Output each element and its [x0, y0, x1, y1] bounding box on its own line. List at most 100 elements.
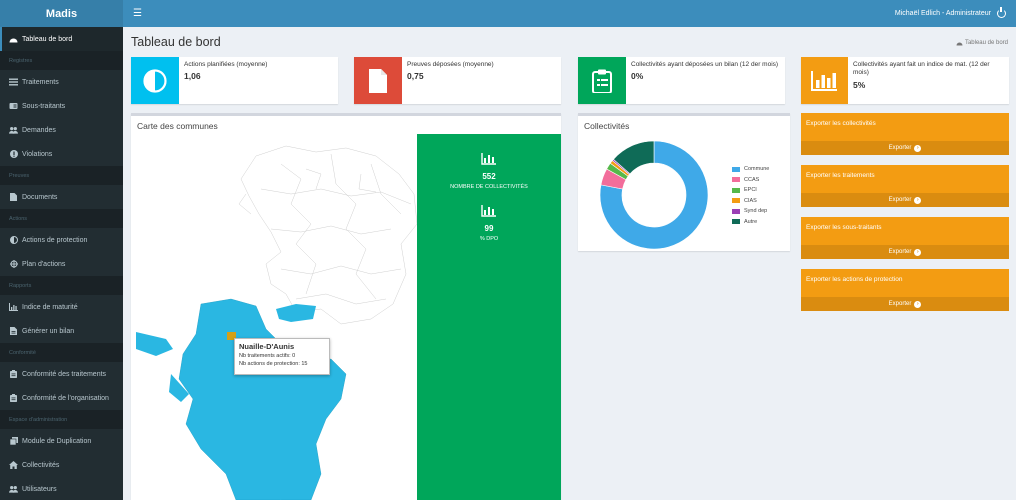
legend-label: Commune [744, 166, 770, 173]
sidebar-item[interactable]: Plan d'actions [0, 252, 123, 276]
legend-item[interactable]: EPCI [732, 185, 769, 196]
info-box-value: 5% [852, 79, 866, 90]
collectivites-donut-chart[interactable] [594, 135, 714, 255]
export-button[interactable]: Exporter › [801, 245, 1009, 259]
info-box-content: Collectivités ayant déposées un bilan (1… [626, 57, 783, 104]
legend-item[interactable]: Commune [732, 164, 769, 175]
users-icon [9, 485, 18, 494]
sidebar-item-label: Tableau de bord [22, 35, 73, 43]
export-button[interactable]: Exporter › [801, 297, 1009, 311]
export-title: Exporter les sous-traitants [806, 224, 882, 231]
sidebar-item-label: Module de Duplication [22, 437, 92, 445]
info-box-content: Collectivités ayant fait un indice de ma… [848, 57, 1009, 104]
legend-item[interactable]: CIAS [732, 196, 769, 207]
arrow-right-icon: › [914, 300, 922, 308]
breadcrumb: Tableau de bord [956, 40, 1008, 46]
sidebar-item[interactable]: Tableau de bord [0, 27, 123, 51]
power-icon[interactable] [997, 7, 1006, 18]
sidebar-item[interactable]: Traitements [0, 70, 123, 94]
collectivites-box: Collectivités Commune CCAS EPCI CIAS Synd de… [578, 113, 790, 251]
bar-chart-icon [9, 303, 18, 312]
sidebar-item[interactable]: Générer un bilan [0, 319, 123, 343]
stat-caption: % DPO [479, 236, 499, 242]
arrow-right-icon: › [914, 144, 922, 152]
crosshair-icon [9, 260, 18, 269]
sidebar-item-label: Conformité de l'organisation [22, 394, 109, 402]
app-logo[interactable]: Madis [0, 0, 123, 27]
sidebar-section-header: Rapports [0, 276, 123, 295]
sidebar-section-header: Espace d'administration [0, 410, 123, 429]
info-box-value: 1,06 [184, 71, 201, 82]
menu-toggle-icon[interactable]: ☰ [133, 8, 142, 19]
legend-label: Synd dep [744, 208, 768, 215]
document-icon [9, 193, 18, 202]
sidebar-section-header: Preuves [0, 166, 123, 185]
stat-collectivites: 552 NOMBRE DE COLLECTIVITÉS [417, 152, 561, 190]
user-menu[interactable]: Michaël Edlich - Administrateur [895, 7, 1006, 18]
legend-label: EPCI [744, 187, 757, 194]
sidebar-item[interactable]: Documents [0, 185, 123, 209]
user-name[interactable]: Michaël Edlich - Administrateur [895, 10, 991, 17]
tooltip-line: Nb traitements actifs: 0 [239, 353, 296, 359]
legend-item[interactable]: Synd dep [732, 206, 769, 217]
stats-panel: 552 NOMBRE DE COLLECTIVITÉS 99 % DPO [417, 134, 561, 500]
sidebar-item-label: Générer un bilan [22, 327, 75, 335]
list-icon [9, 78, 18, 87]
legend-swatch [732, 187, 740, 193]
bar-chart-icon [481, 205, 496, 217]
sidebar-item[interactable]: Indice de maturité [0, 295, 123, 319]
sidebar-item[interactable]: Violations [0, 142, 123, 166]
bar-chart-icon [801, 57, 848, 104]
export-box: Exporter les actions de protection Export… [801, 269, 1009, 311]
info-box-content: Preuves déposées (moyenne) 0,75 [402, 57, 499, 104]
sidebar-item-label: Sous-traitants [22, 102, 66, 110]
export-button-label: Exporter [888, 145, 912, 151]
sidebar-nav: Tableau de bord Registres Traitements Sous-… [0, 27, 123, 500]
sidebar-item[interactable]: Actions de protection [0, 228, 123, 252]
info-box-label: Collectivités ayant déposées un bilan (1… [631, 61, 779, 68]
breadcrumb-item[interactable]: Tableau de bord [965, 40, 1008, 46]
stat-caption: NOMBRE DE COLLECTIVITÉS [450, 184, 528, 190]
map-title: Carte des communes [137, 121, 218, 131]
sidebar-section-header: Registres [0, 51, 123, 70]
document-icon [354, 57, 402, 104]
info-box-value: 0% [631, 71, 644, 82]
dashboard-icon [9, 35, 18, 44]
sidebar-item[interactable]: Sous-traitants [0, 94, 123, 118]
sidebar-section-header: Actions [0, 209, 123, 228]
export-button-label: Exporter [888, 301, 912, 307]
sidebar-item-label: Conformité des traitements [22, 370, 107, 378]
export-button[interactable]: Exporter › [801, 193, 1009, 207]
sidebar-section-header: Conformité [0, 343, 123, 362]
info-box-content: Actions planifiées (moyenne) 1,06 [179, 57, 272, 104]
sidebar-item[interactable]: Collectivités [0, 453, 123, 477]
info-box-label: Collectivités ayant fait un indice de ma… [852, 61, 990, 77]
sidebar-item[interactable]: Demandes [0, 118, 123, 142]
sidebar: Madis Tableau de bord Registres Traitement… [0, 0, 123, 500]
sidebar-item-label: Violations [22, 150, 53, 158]
sidebar-item[interactable]: Utilisateurs [0, 477, 123, 500]
copy-icon [9, 437, 18, 446]
export-box: Exporter les sous-traitants Exporter › [801, 217, 1009, 259]
legend-item[interactable]: Autre [732, 217, 769, 228]
sidebar-item-label: Plan d'actions [22, 260, 66, 268]
communes-map[interactable] [131, 134, 417, 500]
sidebar-item-label: Documents [22, 193, 58, 201]
info-box-value: 0,75 [407, 71, 424, 82]
export-title: Exporter les collectivités [806, 120, 876, 127]
sidebar-item-label: Actions de protection [22, 236, 88, 244]
info-box-label: Actions planifiées (moyenne) [184, 61, 268, 68]
sidebar-item[interactable]: Conformité des traitements [0, 362, 123, 386]
export-title: Exporter les actions de protection [806, 276, 903, 283]
export-button[interactable]: Exporter › [801, 141, 1009, 155]
sidebar-item-label: Collectivités [22, 461, 60, 469]
sidebar-item[interactable]: Module de Duplication [0, 429, 123, 453]
legend-swatch [732, 177, 740, 183]
legend-item[interactable]: CCAS [732, 175, 769, 186]
topbar: ☰ Michaël Edlich - Administrateur [123, 0, 1016, 27]
legend-label: Autre [744, 218, 758, 225]
stat-value: 552 [482, 172, 496, 181]
sidebar-item[interactable]: Conformité de l'organisation [0, 386, 123, 410]
sidebar-item-label: Indice de maturité [22, 303, 78, 311]
legend-swatch [732, 198, 740, 204]
